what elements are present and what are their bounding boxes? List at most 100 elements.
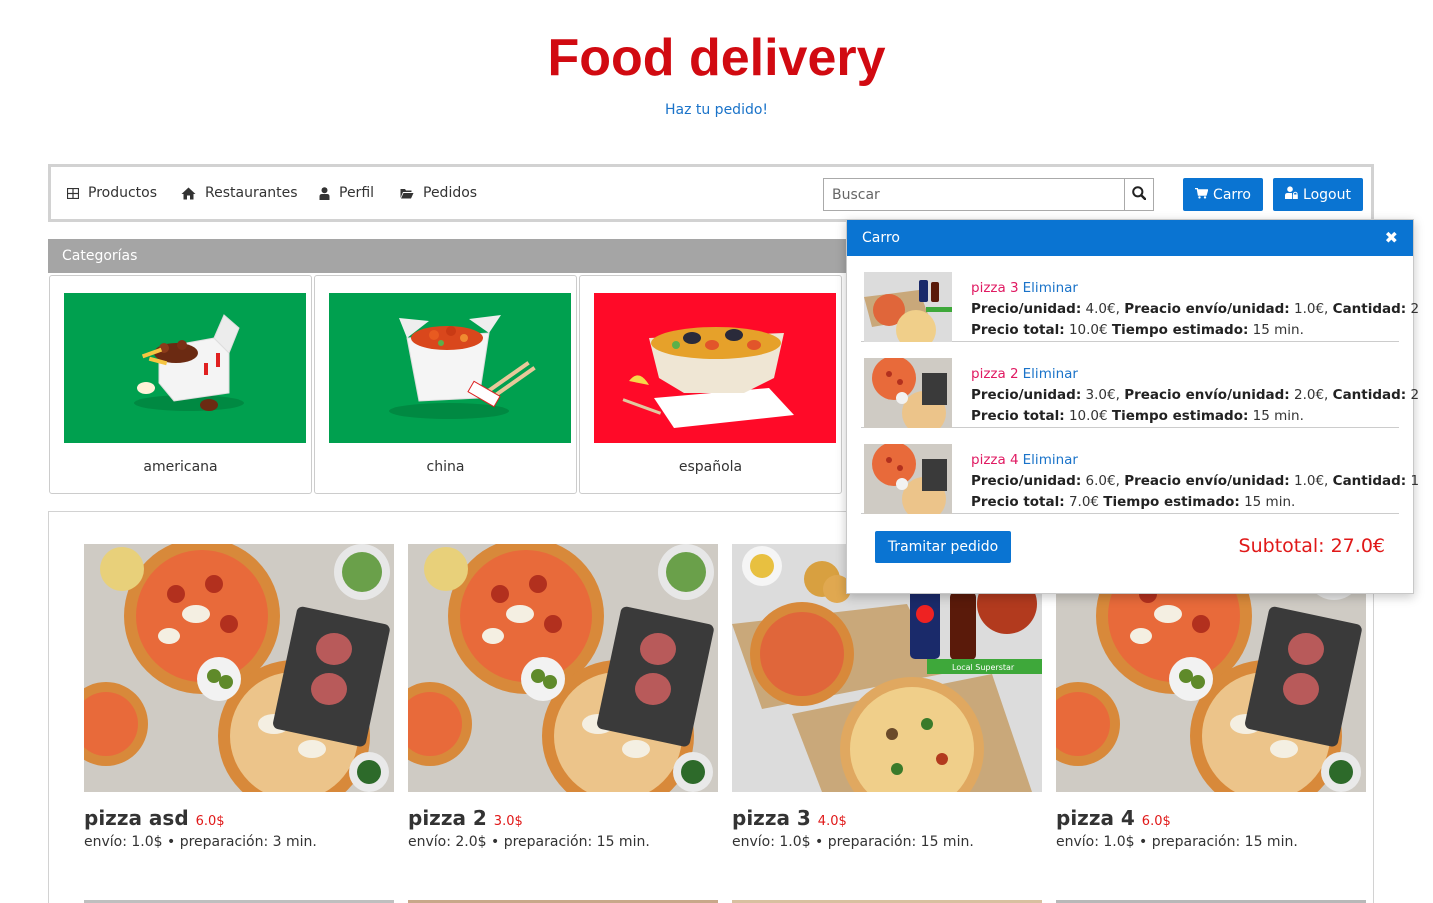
logout-button[interactable]: Logout — [1273, 178, 1363, 211]
total-price: 10.0€ — [1068, 322, 1108, 338]
product-name-text: pizza asd — [84, 806, 189, 830]
svg-text:Local Superstar: Local Superstar — [952, 663, 1015, 672]
label-quantity: Cantidad: — [1332, 301, 1407, 317]
shipping-price: 1.0€, — [1294, 473, 1329, 489]
remove-link[interactable]: Eliminar — [1023, 280, 1078, 296]
checkout-button[interactable]: Tramitar pedido — [875, 531, 1011, 563]
navbar: Productos Restaurantes Perfil Pedidos Ca… — [48, 164, 1374, 222]
label-quantity: Cantidad: — [1332, 473, 1407, 489]
page-subtitle: Haz tu pedido! — [664, 102, 769, 118]
folder-open-icon — [400, 188, 414, 199]
unit-price: 3.0€, — [1085, 387, 1120, 403]
category-image-china — [329, 293, 571, 443]
user-icon — [319, 186, 330, 200]
total-price: 10.0€ — [1068, 408, 1108, 424]
product-price: 6.0$ — [1141, 814, 1171, 829]
cart-item-name: pizza 3 — [971, 280, 1019, 296]
category-image-espanola — [594, 293, 836, 443]
shipping-price: 2.0€, — [1294, 387, 1329, 403]
remove-link[interactable]: Eliminar — [1023, 452, 1078, 468]
product-card[interactable]: pizza asd 6.0$ envío: 1.0$ • preparación… — [84, 544, 394, 850]
product-price: 4.0$ — [817, 814, 847, 829]
product-card[interactable]: pizza 2 3.0$ envío: 2.0$ • preparación: … — [408, 544, 718, 850]
nav-item-pedidos[interactable]: Pedidos — [400, 185, 477, 201]
product-name-text: pizza 2 — [408, 806, 487, 830]
label-shipping: Preacio envío/unidad: — [1124, 473, 1290, 489]
estimated-time: 15 min. — [1252, 408, 1304, 424]
product-meta: envío: 2.0$ • preparación: 15 min. — [408, 834, 650, 850]
cart-item-details: pizza 2 Eliminar Precio/unidad: 3.0€, Pre… — [971, 364, 1419, 427]
label-shipping: Preacio envío/unidad: — [1124, 301, 1290, 317]
search-box — [823, 178, 1154, 211]
estimated-time: 15 min. — [1244, 494, 1296, 510]
product-image — [84, 544, 394, 792]
label-time: Tiempo estimado: — [1103, 494, 1240, 510]
nav-item-productos[interactable]: Productos — [67, 185, 157, 201]
page-title: Food delivery — [547, 29, 886, 87]
category-card-china[interactable]: china — [314, 275, 577, 494]
product-price: 3.0$ — [493, 814, 523, 829]
search-button[interactable] — [1124, 179, 1153, 210]
product-name: pizza 3 4.0$ — [732, 806, 1042, 830]
quantity: 2 — [1410, 387, 1420, 403]
search-icon — [1132, 185, 1147, 204]
unit-price: 4.0€, — [1085, 301, 1120, 317]
category-label: americana — [143, 459, 218, 475]
nav-item-perfil[interactable]: Perfil — [319, 185, 374, 201]
product-name: pizza 2 3.0$ — [408, 806, 718, 830]
category-image-americana — [64, 293, 306, 443]
cart-item-image — [864, 444, 952, 514]
cart-button-label: Carro — [1213, 186, 1251, 203]
cart-item: pizza 4 Eliminar Precio/unidad: 6.0€, Pre… — [861, 428, 1419, 514]
product-name-text: pizza 3 — [732, 806, 811, 830]
product-name: pizza asd 6.0$ — [84, 806, 394, 830]
categories-title: Categorías — [62, 248, 138, 264]
cart-icon — [1195, 187, 1209, 203]
label-unit-price: Precio/unidad: — [971, 301, 1082, 317]
cart-item-details: pizza 4 Eliminar Precio/unidad: 6.0€, Pre… — [971, 450, 1419, 513]
nav-label-productos: Productos — [88, 185, 158, 201]
product-meta: envío: 1.0$ • preparación: 3 min. — [84, 834, 317, 850]
logout-button-label: Logout — [1303, 186, 1351, 203]
product-name-text: pizza 4 — [1056, 806, 1135, 830]
cart-button[interactable]: Carro — [1183, 178, 1263, 211]
remove-link[interactable]: Eliminar — [1023, 366, 1078, 382]
cart-popover: Carro ✖ pizza 3 Eliminar Precio/unidad: 4… — [846, 219, 1419, 594]
label-total: Precio total: — [971, 494, 1065, 510]
label-total: Precio total: — [971, 408, 1065, 424]
close-icon[interactable]: ✖ — [1385, 228, 1398, 247]
category-label: española — [678, 459, 743, 475]
category-label: china — [426, 459, 465, 475]
label-shipping: Preacio envío/unidad: — [1124, 387, 1290, 403]
estimated-time: 15 min. — [1252, 322, 1304, 338]
cart-item-image — [864, 272, 952, 342]
cart-item: pizza 3 Eliminar Precio/unidad: 4.0€, Pre… — [861, 256, 1419, 342]
cart-item-name: pizza 4 — [971, 452, 1019, 468]
cart-item: pizza 2 Eliminar Precio/unidad: 3.0€, Pre… — [861, 342, 1419, 428]
cart-subtotal: Subtotal: 27.0€ — [1238, 535, 1385, 557]
nav-label-perfil: Perfil — [339, 185, 375, 201]
search-input[interactable] — [824, 179, 1124, 210]
cart-header: Carro ✖ — [847, 220, 1413, 256]
cart-item-name: pizza 2 — [971, 366, 1019, 382]
product-price: 6.0$ — [195, 814, 225, 829]
category-card-americana[interactable]: americana — [49, 275, 312, 494]
label-time: Tiempo estimado: — [1111, 408, 1249, 424]
quantity: 2 — [1410, 301, 1420, 317]
nav-item-restaurantes[interactable]: Restaurantes — [181, 185, 298, 201]
product-name: pizza 4 6.0$ — [1056, 806, 1366, 830]
product-meta: envío: 1.0$ • preparación: 15 min. — [732, 834, 974, 850]
category-card-espanola[interactable]: española — [579, 275, 842, 494]
cart-title: Carro — [862, 230, 900, 246]
nav-label-restaurantes: Restaurantes — [205, 185, 298, 201]
shipping-price: 1.0€, — [1294, 301, 1329, 317]
user-lock-icon — [1285, 186, 1298, 203]
cart-item-image — [864, 358, 952, 428]
home-icon — [181, 187, 196, 200]
label-time: Tiempo estimado: — [1111, 322, 1249, 338]
product-meta: envío: 1.0$ • preparación: 15 min. — [1056, 834, 1298, 850]
label-total: Precio total: — [971, 322, 1065, 338]
nav-label-pedidos: Pedidos — [423, 185, 478, 201]
label-unit-price: Precio/unidad: — [971, 387, 1082, 403]
grid-icon — [67, 187, 79, 199]
